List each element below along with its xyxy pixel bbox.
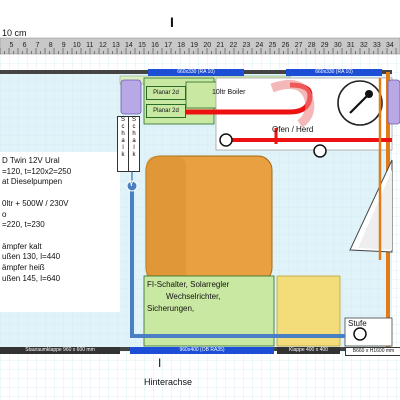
ruler-number: 23 bbox=[242, 42, 251, 49]
planar-heater-1: Planar 2d bbox=[146, 86, 186, 100]
stauraum-slot: Stauraumklappe 960 x 600 mm bbox=[0, 347, 120, 354]
y-marker-label: Y bbox=[129, 181, 134, 188]
note-line: =220, t=230 bbox=[2, 220, 45, 230]
ruler-number: 26 bbox=[281, 42, 290, 49]
orange-tank-shadow bbox=[146, 156, 186, 282]
ruler-number: 13 bbox=[111, 42, 120, 49]
ruler-number: 32 bbox=[359, 42, 368, 49]
top-marker: I bbox=[170, 14, 174, 30]
window-top-left: 660x330 (RA 10) bbox=[148, 69, 244, 76]
note-line bbox=[2, 231, 120, 242]
oven-label: Ofen / Herd bbox=[272, 125, 314, 134]
ruler-number: 24 bbox=[255, 42, 264, 49]
planar-heater-2: Planar 2d bbox=[146, 104, 186, 118]
klappe-slot: Klappe 400 x 400 bbox=[277, 347, 340, 354]
ruler-number: 8 bbox=[48, 42, 53, 49]
ruler-scale-label: 10 cm bbox=[2, 28, 27, 38]
ruler-number: 30 bbox=[333, 42, 342, 49]
ruler-number: 9 bbox=[61, 42, 66, 49]
note-line: ußen 130, l=440 bbox=[2, 252, 61, 262]
ruler-number: 25 bbox=[268, 42, 277, 49]
ruler-number: 17 bbox=[164, 42, 172, 49]
pipe-cap-1 bbox=[219, 133, 233, 147]
window-bottom-right: B660 x H1600 mm bbox=[345, 347, 400, 356]
note-line: ämpfer heiß bbox=[2, 263, 45, 272]
purple-box-left bbox=[120, 79, 142, 115]
ruler-number: 12 bbox=[98, 42, 107, 49]
boiler-label: 10ltr Boiler bbox=[212, 89, 246, 96]
note-line: o bbox=[2, 209, 7, 219]
ruler-number: 16 bbox=[151, 42, 159, 49]
stufe-label: Stufe bbox=[348, 319, 367, 328]
ruler-number: 21 bbox=[216, 42, 225, 49]
note-line: ämpfer kalt bbox=[2, 241, 42, 251]
note-line bbox=[2, 188, 120, 199]
ruler-number: 28 bbox=[307, 42, 316, 49]
note-line: =120, t=120x2=250 bbox=[2, 166, 72, 176]
fi-panel-line-2: Wechselrichter, bbox=[166, 292, 221, 301]
ruler-number: 27 bbox=[294, 42, 303, 49]
ruler-number: 19 bbox=[190, 42, 199, 49]
ruler-number: 6 bbox=[22, 42, 27, 49]
ruler-number: 5 bbox=[9, 42, 14, 49]
note-line: D Twin 12V Ural bbox=[2, 156, 60, 165]
window-top-right: 660x330 (RA 10) bbox=[286, 69, 382, 76]
window-bottom: 960x400 (OB RA35) bbox=[130, 347, 274, 354]
note-line: 0ltr + 500W / 230V bbox=[2, 198, 69, 208]
pipe-cap-2 bbox=[313, 144, 327, 158]
fi-panel-line-1: FI-Schalter, Solarregler bbox=[147, 280, 230, 289]
ruler-number: 31 bbox=[346, 42, 355, 49]
ruler-number: 20 bbox=[203, 42, 212, 49]
ruler-number: 7 bbox=[35, 42, 40, 49]
ruler-number: 22 bbox=[229, 42, 238, 49]
ruler-number: 14 bbox=[125, 42, 133, 49]
ruler-number: 34 bbox=[386, 42, 394, 49]
bottom-marker: I bbox=[158, 356, 162, 370]
ruler-number: 11 bbox=[86, 42, 94, 49]
pipe-blue-cap bbox=[353, 327, 367, 341]
ruler-number: 18 bbox=[177, 42, 186, 49]
fi-panel-line-3: Sicherungen, bbox=[147, 304, 195, 313]
schalk-panel-2: Schalk bbox=[128, 116, 140, 172]
purple-box-right bbox=[387, 79, 400, 125]
ruler-number: 29 bbox=[320, 42, 329, 49]
note-line: ußen 145, l=640 bbox=[2, 273, 61, 283]
notes-text: D Twin 12V Ural =120, t=120x2=250 at Diese… bbox=[2, 156, 120, 284]
ruler-number: 10 bbox=[72, 42, 81, 49]
ruler-number: 33 bbox=[372, 42, 381, 49]
note-line: at Dieselpumpen bbox=[2, 177, 63, 187]
axle-label: Hinterachse bbox=[144, 377, 193, 387]
ruler-number: 15 bbox=[138, 42, 146, 49]
